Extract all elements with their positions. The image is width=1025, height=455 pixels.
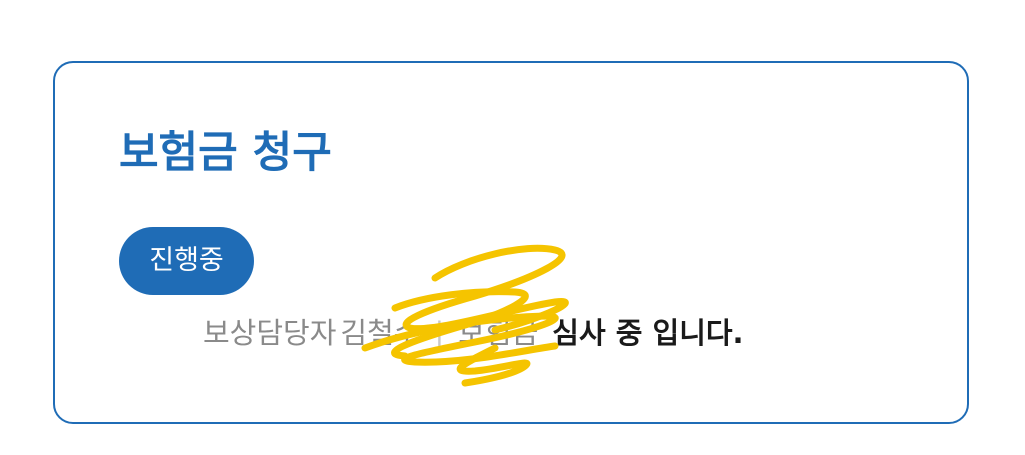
status-text: 심사 중 입니다. bbox=[552, 316, 744, 350]
card-title: 보험금 청구 bbox=[119, 128, 332, 178]
status-line: 보상담당자 김철수 | 보험금 심사 중 입니다. bbox=[203, 313, 744, 353]
claim-label: 보험금 bbox=[458, 316, 539, 350]
status-badge: 진행중 bbox=[119, 227, 254, 295]
divider: | bbox=[434, 316, 445, 350]
manager-label: 보상담당자 bbox=[203, 316, 337, 350]
manager-name: 김철수 bbox=[340, 316, 421, 350]
claim-status-card[interactable]: 보험금 청구 진행중 보상담당자 김철수 | 보험금 심사 중 입니다. bbox=[53, 61, 969, 424]
